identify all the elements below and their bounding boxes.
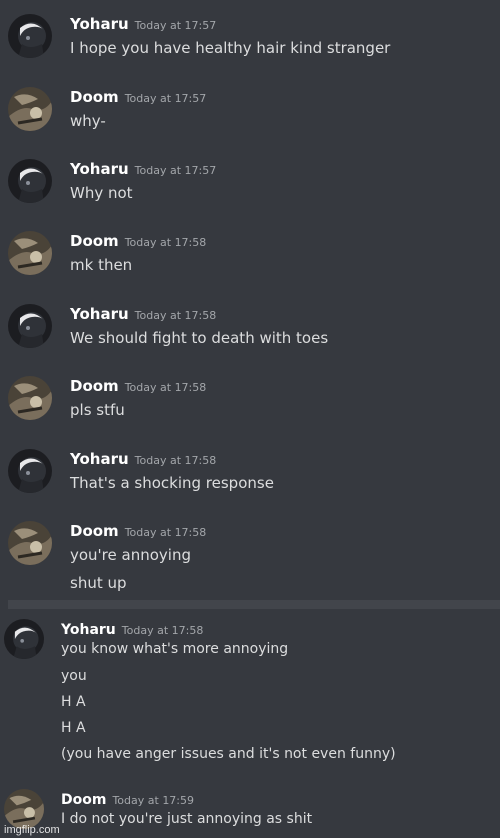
message-header: Yoharu Today at 17:58	[70, 304, 216, 323]
message-text: I hope you have healthy hair kind strang…	[70, 39, 391, 57]
message-text: pls stfu	[70, 401, 125, 419]
message-text: shut up	[70, 574, 127, 592]
message-header: Yoharu Today at 17:58	[61, 619, 203, 638]
timestamp: Today at 17:58	[124, 236, 207, 249]
username[interactable]: Yoharu	[61, 622, 116, 638]
message-text: (you have anger issues and it's not even…	[61, 746, 396, 762]
message-header: Doom Today at 17:58	[70, 231, 206, 250]
divider	[8, 600, 500, 609]
message-header: Doom Today at 17:59	[61, 789, 194, 808]
doom-avatar[interactable]	[8, 521, 52, 565]
timestamp: Today at 17:58	[134, 454, 217, 467]
username[interactable]: Doom	[70, 522, 119, 540]
message-text: you	[61, 668, 87, 684]
timestamp: Today at 17:58	[121, 624, 204, 637]
doom-avatar[interactable]	[8, 376, 52, 420]
chat-message-list: Yoharu Today at 17:57 I hope you have hea…	[0, 0, 500, 838]
timestamp: Today at 17:58	[124, 526, 207, 539]
timestamp: Today at 17:58	[134, 309, 217, 322]
message-text: H A	[61, 720, 86, 736]
message-text: That's a shocking response	[70, 474, 274, 492]
username[interactable]: Doom	[70, 88, 119, 106]
message-header: Doom Today at 17:57	[70, 87, 206, 106]
username[interactable]: Yoharu	[70, 450, 129, 468]
message-text: you know what's more annoying	[61, 641, 289, 657]
doom-avatar[interactable]	[8, 231, 52, 275]
timestamp: Today at 17:58	[124, 381, 207, 394]
message-header: Yoharu Today at 17:57	[70, 14, 216, 33]
message-header: Doom Today at 17:58	[70, 521, 206, 540]
yoharu-avatar[interactable]	[8, 14, 52, 58]
yoharu-avatar[interactable]	[8, 304, 52, 348]
username[interactable]: Doom	[70, 377, 119, 395]
username[interactable]: Yoharu	[70, 15, 129, 33]
username[interactable]: Doom	[61, 792, 106, 808]
message-header: Yoharu Today at 17:58	[70, 449, 216, 468]
username[interactable]: Doom	[70, 232, 119, 250]
message-header: Yoharu Today at 17:57	[70, 159, 216, 178]
message-text: mk then	[70, 256, 133, 274]
timestamp: Today at 17:57	[134, 19, 217, 32]
timestamp: Today at 17:59	[112, 794, 195, 807]
message-text: We should fight to death with toes	[70, 329, 329, 347]
message-text: Why not	[70, 184, 133, 202]
yoharu-avatar[interactable]	[4, 619, 44, 659]
message-text: H A	[61, 694, 86, 710]
message-header: Doom Today at 17:58	[70, 376, 206, 395]
message-text: I do not you're just annoying as shit	[61, 811, 313, 827]
doom-avatar[interactable]	[4, 789, 44, 829]
message-text: why-	[70, 112, 106, 130]
username[interactable]: Yoharu	[70, 305, 129, 323]
timestamp: Today at 17:57	[134, 164, 217, 177]
doom-avatar[interactable]	[8, 87, 52, 131]
yoharu-avatar[interactable]	[8, 159, 52, 203]
username[interactable]: Yoharu	[70, 160, 129, 178]
message-text: you're annoying	[70, 546, 191, 564]
imgflip-watermark: imgflip.com	[4, 824, 60, 836]
yoharu-avatar[interactable]	[8, 449, 52, 493]
timestamp: Today at 17:57	[124, 92, 207, 105]
